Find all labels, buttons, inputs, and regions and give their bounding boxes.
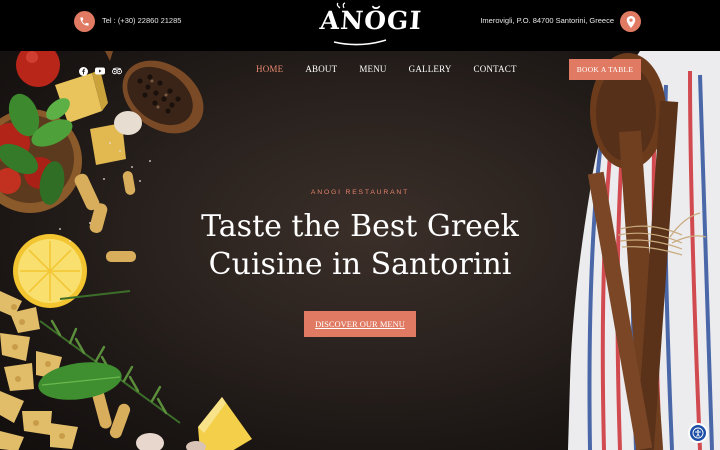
address: Imerovigli, P.O. 84700 Santorini, Greece bbox=[480, 16, 614, 25]
book-a-table-button[interactable]: BOOK A TABLE bbox=[569, 59, 641, 80]
nav-item-about[interactable]: ABOUT bbox=[305, 64, 337, 74]
hero-headline: Taste the Best Greek Cuisine in Santorin… bbox=[0, 208, 720, 284]
youtube-icon[interactable] bbox=[95, 66, 105, 76]
hero-headline-line-2: Cuisine in Santorini bbox=[208, 247, 512, 282]
main-navigation: HOME ABOUT MENU GALLERY CONTACT bbox=[256, 64, 539, 74]
discover-menu-button[interactable]: DISCOVER OUR MENU bbox=[304, 311, 416, 337]
phone-number[interactable]: Tel : (+30) 22860 21285 bbox=[102, 16, 181, 25]
hero-section: HOME ABOUT MENU GALLERY CONTACT BOOK A T… bbox=[0, 51, 720, 450]
logo-text: ANŎGI bbox=[318, 6, 424, 35]
nav-item-menu[interactable]: MENU bbox=[359, 64, 386, 74]
map-pin-icon[interactable] bbox=[620, 11, 641, 32]
nav-item-gallery[interactable]: GALLERY bbox=[409, 64, 452, 74]
nav-item-home[interactable]: HOME bbox=[256, 64, 283, 74]
nav-item-contact[interactable]: CONTACT bbox=[474, 64, 517, 74]
facebook-icon[interactable] bbox=[78, 66, 88, 76]
top-bar: Tel : (+30) 22860 21285 ANŎGI Imerovigli… bbox=[0, 0, 720, 51]
social-links bbox=[78, 66, 122, 76]
hero-headline-line-1: Taste the Best Greek bbox=[201, 209, 519, 244]
hero-eyebrow: ANOGI RESTAURANT bbox=[310, 189, 410, 196]
logo[interactable]: ANŎGI bbox=[318, 2, 424, 48]
accessibility-icon[interactable] bbox=[688, 423, 708, 443]
tripadvisor-icon[interactable] bbox=[112, 66, 122, 76]
phone-icon[interactable] bbox=[74, 11, 95, 32]
